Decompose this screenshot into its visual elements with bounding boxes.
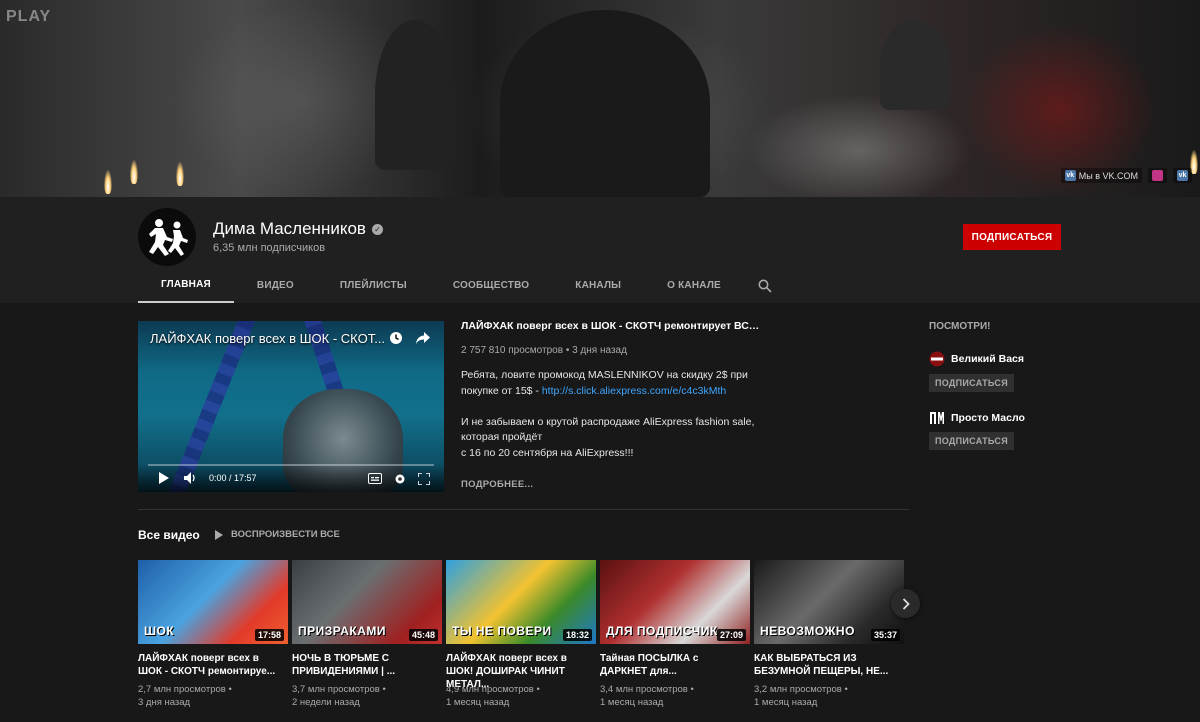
play-icon[interactable] [159,472,169,484]
banner-link-vk[interactable]: vk [1173,168,1192,183]
volume-icon[interactable] [184,472,198,484]
video-duration: 27:09 [716,629,746,641]
tab-playlists[interactable]: ПЛЕЙЛИСТЫ [317,268,430,303]
channel-banner: PLAY vk Мы в VK.COM vk [0,0,1200,197]
subscriber-count: 6,35 млн подписчиков [213,242,326,254]
subscribe-button[interactable]: ПОДПИСАТЬСЯ [963,224,1061,250]
video-duration: 18:32 [562,629,592,641]
player-progress-bar[interactable] [148,464,434,466]
running-men-icon [149,219,188,256]
video-thumbnail[interactable]: ПРИЗРАКАМИ 45:48 [292,560,442,644]
subscribe-prosto-maslo-button[interactable]: ПОДПИСАТЬСЯ [929,432,1014,450]
featured-channels-title: ПОСМОТРИ! [929,321,991,332]
share-icon[interactable] [415,331,431,345]
channel-search-button[interactable] [744,268,786,303]
featured-video-title[interactable]: ЛАЙФХАК поверг всех в ШОК - СКОТЧ ремонт… [461,320,761,332]
featured-channel-prosto-maslo[interactable]: Просто Масло [929,410,1025,426]
featured-video-description: Ребята, ловите промокод MASLENNIKOV на с… [461,369,755,459]
channel-logo-icon [929,410,945,426]
banner-links: vk Мы в VK.COM vk [1060,168,1192,183]
chevron-right-icon [902,597,910,610]
watch-later-icon[interactable] [389,331,403,345]
video-thumbnail[interactable]: ТЫ НЕ ПОВЕРИ 18:32 [446,560,596,644]
featured-video-player[interactable]: ЛАЙФХАК поверг всех в ШОК - СКОТ... 0:00… [138,321,444,492]
vk-icon: vk [1064,170,1076,181]
video-duration: 45:48 [408,629,438,641]
player-time: 0:00 / 17:57 [209,473,257,483]
player-title[interactable]: ЛАЙФХАК поверг всех в ШОК - СКОТ... [150,331,385,346]
fullscreen-icon[interactable] [418,473,430,485]
featured-channel-velikiy-vasya[interactable]: Великий Вася [929,351,1024,367]
channel-tabs: ГЛАВНАЯ ВИДЕО ПЛЕЙЛИСТЫ СООБЩЕСТВО КАНАЛ… [138,268,786,303]
video-meta: 4,9 млн просмотров • 1 месяц назад [446,684,540,708]
tab-channels[interactable]: КАНАЛЫ [552,268,644,303]
tab-about[interactable]: О КАНАЛЕ [644,268,744,303]
video-thumbnail[interactable]: ДЛЯ ПОДПИСЧИК 27:09 [600,560,750,644]
video-thumbnail[interactable]: НЕВОЗМОЖНО 35:37 [754,560,904,644]
video-title[interactable]: Тайная ПОСЫЛКА с ДАРКНЕТ для... [600,652,740,678]
player-right-controls [368,473,430,485]
banner-link-vk-text[interactable]: vk Мы в VK.COM [1060,168,1142,183]
section-divider [138,509,909,510]
vk-icon: vk [1177,170,1188,181]
channel-logo-icon [929,351,945,367]
settings-gear-icon[interactable] [394,473,406,485]
verified-icon: ✓ [371,223,383,235]
promo-link[interactable]: http://s.click.aliexpress.com/e/c4c3kMth [542,385,726,397]
banner-logo: PLAY [6,8,52,25]
tab-community[interactable]: СООБЩЕСТВО [430,268,552,303]
video-meta: 3,7 млн просмотров • 2 недели назад [292,684,386,708]
shelf-next-button[interactable] [891,589,920,618]
all-videos-title[interactable]: Все видео [138,528,200,542]
read-more-link[interactable]: ПОДРОБНЕЕ... [461,479,533,490]
video-meta: 3,4 млн просмотров • 1 месяц назад [600,684,694,708]
play-all-button[interactable]: ВОСПРОИЗВЕСТИ ВСЕ [215,529,340,540]
channel-avatar[interactable] [138,208,196,266]
video-title[interactable]: НОЧЬ В ТЮРЬМЕ С ПРИВИДЕНИЯМИ | ... [292,652,432,678]
video-duration: 35:37 [870,629,900,641]
search-icon [758,279,772,293]
video-meta: 3,2 млн просмотров • 1 месяц назад [754,684,848,708]
subscribe-velikiy-vasya-button[interactable]: ПОДПИСАТЬСЯ [929,374,1014,392]
featured-video-meta: 2 757 810 просмотров • 3 дня назад [461,345,627,356]
video-meta: 2,7 млн просмотров • 3 дня назад [138,684,232,708]
tab-home[interactable]: ГЛАВНАЯ [138,268,234,303]
tab-videos[interactable]: ВИДЕО [234,268,317,303]
subtitles-icon[interactable] [368,473,382,484]
instagram-icon [1152,170,1163,181]
channel-name: Дима Масленников ✓ [213,219,383,239]
banner-link-instagram[interactable] [1148,168,1167,183]
video-title[interactable]: ЛАЙФХАК поверг всех в ШОК - СКОТЧ ремонт… [138,652,278,678]
video-thumbnail[interactable]: ШОК 17:58 [138,560,288,644]
play-icon [215,529,223,540]
video-title[interactable]: КАК ВЫБРАТЬСЯ ИЗ БЕЗУМНОЙ ПЕЩЕРЫ, НЕ... [754,652,894,678]
video-duration: 17:58 [254,629,284,641]
